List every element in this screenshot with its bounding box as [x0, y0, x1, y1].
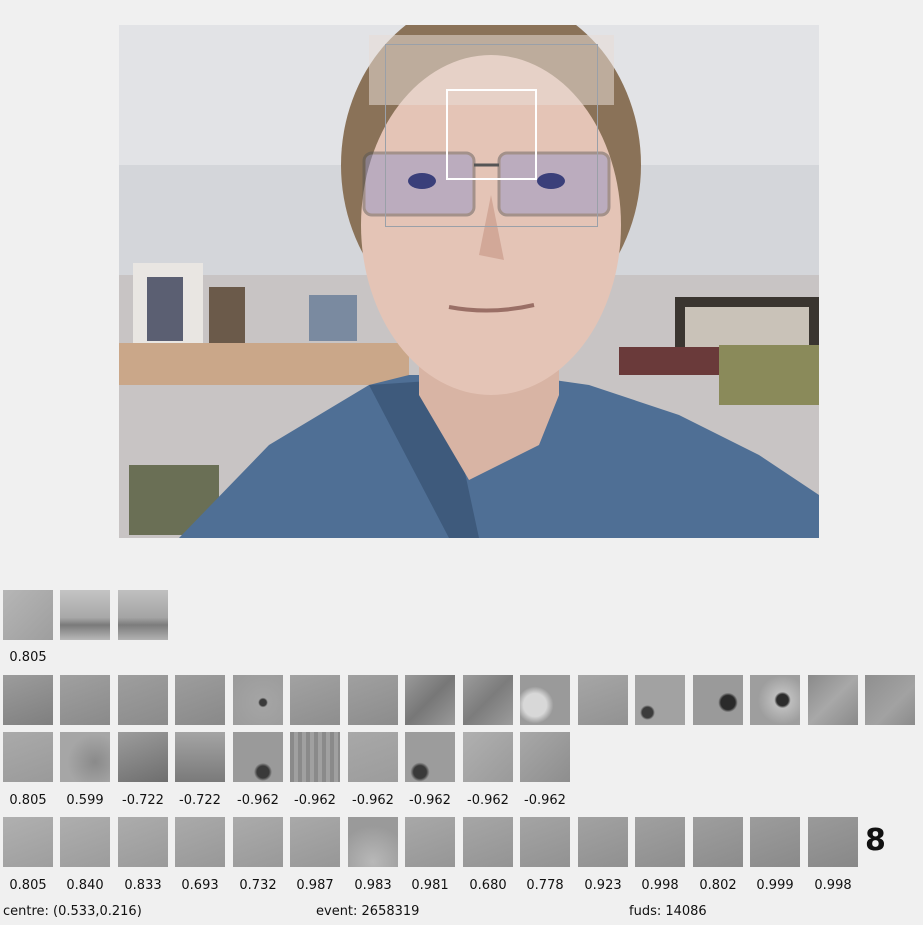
thumbnail [3, 675, 53, 725]
value-label: 0.987 [296, 878, 334, 893]
thumbnail [635, 675, 685, 725]
value-label: 0.805 [9, 793, 47, 808]
thumbnail [233, 732, 283, 782]
thumbnail [118, 590, 168, 640]
value-label: 0.732 [239, 878, 277, 893]
thumbnail [60, 817, 110, 867]
thumbnail [175, 817, 225, 867]
thumbnail [3, 732, 53, 782]
thumbnail [520, 675, 570, 725]
thumbnail [290, 675, 340, 725]
centre-status: centre: (0.533,0.216) [3, 904, 142, 919]
fuds-status: fuds: 14086 [629, 904, 707, 919]
value-label: -0.722 [122, 793, 164, 808]
value-label: 0.805 [9, 650, 47, 665]
thumbnail [693, 675, 743, 725]
thumbnail [175, 675, 225, 725]
thumbnail [808, 817, 858, 867]
thumbnail [578, 817, 628, 867]
thumbnail [290, 732, 340, 782]
thumbnail [3, 590, 53, 640]
thumbnail [750, 817, 800, 867]
value-label: 0.778 [526, 878, 564, 893]
value-label: 0.840 [66, 878, 104, 893]
value-label: 0.680 [469, 878, 507, 893]
thumbnail [463, 732, 513, 782]
thumbnail [405, 732, 455, 782]
thumbnail [693, 817, 743, 867]
value-label: 0.599 [66, 793, 104, 808]
face-region-inner-box [446, 89, 537, 180]
value-label: 0.998 [641, 878, 679, 893]
value-label: -0.962 [352, 793, 394, 808]
thumbnail [233, 675, 283, 725]
value-label: -0.962 [467, 793, 509, 808]
value-label: 0.999 [756, 878, 794, 893]
value-label: 0.998 [814, 878, 852, 893]
event-status: event: 2658319 [316, 904, 420, 919]
thumbnail [290, 817, 340, 867]
thumbnail [175, 732, 225, 782]
thumbnail [578, 675, 628, 725]
thumbnail [118, 732, 168, 782]
value-label: 0.805 [9, 878, 47, 893]
thumbnail [60, 732, 110, 782]
count-label: 8 [865, 823, 886, 858]
thumbnail [750, 675, 800, 725]
thumbnail [233, 817, 283, 867]
thumbnail [348, 732, 398, 782]
value-label: -0.722 [179, 793, 221, 808]
thumbnail [865, 675, 915, 725]
thumbnail [635, 817, 685, 867]
thumbnail [520, 732, 570, 782]
thumbnail [118, 675, 168, 725]
thumbnail [60, 590, 110, 640]
value-label: 0.802 [699, 878, 737, 893]
thumbnail [348, 817, 398, 867]
thumbnail [60, 675, 110, 725]
value-label: -0.962 [294, 793, 336, 808]
thumbnail [3, 817, 53, 867]
value-label: -0.962 [237, 793, 279, 808]
value-label: 0.923 [584, 878, 622, 893]
thumbnail [463, 675, 513, 725]
thumbnail [348, 675, 398, 725]
thumbnail [405, 675, 455, 725]
camera-view [119, 25, 819, 538]
value-label: 0.833 [124, 878, 162, 893]
value-label: 0.983 [354, 878, 392, 893]
value-label: 0.981 [411, 878, 449, 893]
thumbnail [520, 817, 570, 867]
thumbnail [118, 817, 168, 867]
value-label: -0.962 [524, 793, 566, 808]
thumbnail [808, 675, 858, 725]
thumbnail [463, 817, 513, 867]
value-label: 0.693 [181, 878, 219, 893]
thumbnail [405, 817, 455, 867]
value-label: -0.962 [409, 793, 451, 808]
